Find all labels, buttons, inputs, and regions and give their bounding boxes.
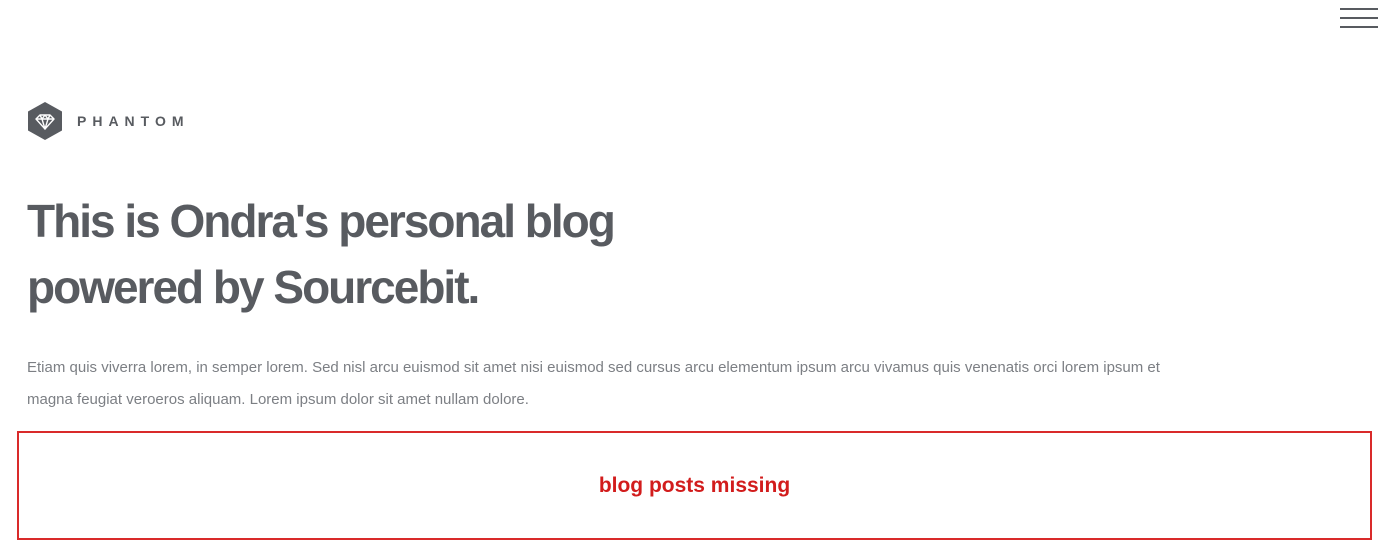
intro-paragraph: Etiam quis viverra lorem, in semper lore… — [27, 359, 1160, 408]
diamond-hexagon-icon — [28, 102, 62, 140]
logo-text: PHANTOM — [77, 113, 190, 129]
site-logo-link[interactable]: PHANTOM — [28, 102, 190, 140]
blog-posts-placeholder: blog posts missing — [17, 431, 1372, 540]
hamburger-menu-icon — [1340, 8, 1378, 28]
blog-posts-missing-message: blog posts missing — [598, 473, 791, 497]
page-headline: This is Ondra's personal blog powered by… — [27, 188, 707, 320]
menu-toggle-button[interactable] — [1340, 6, 1378, 32]
headline-line-2: powered by Sourcebit. — [27, 261, 480, 313]
headline-line-1: This is Ondra's personal blog — [27, 195, 616, 247]
